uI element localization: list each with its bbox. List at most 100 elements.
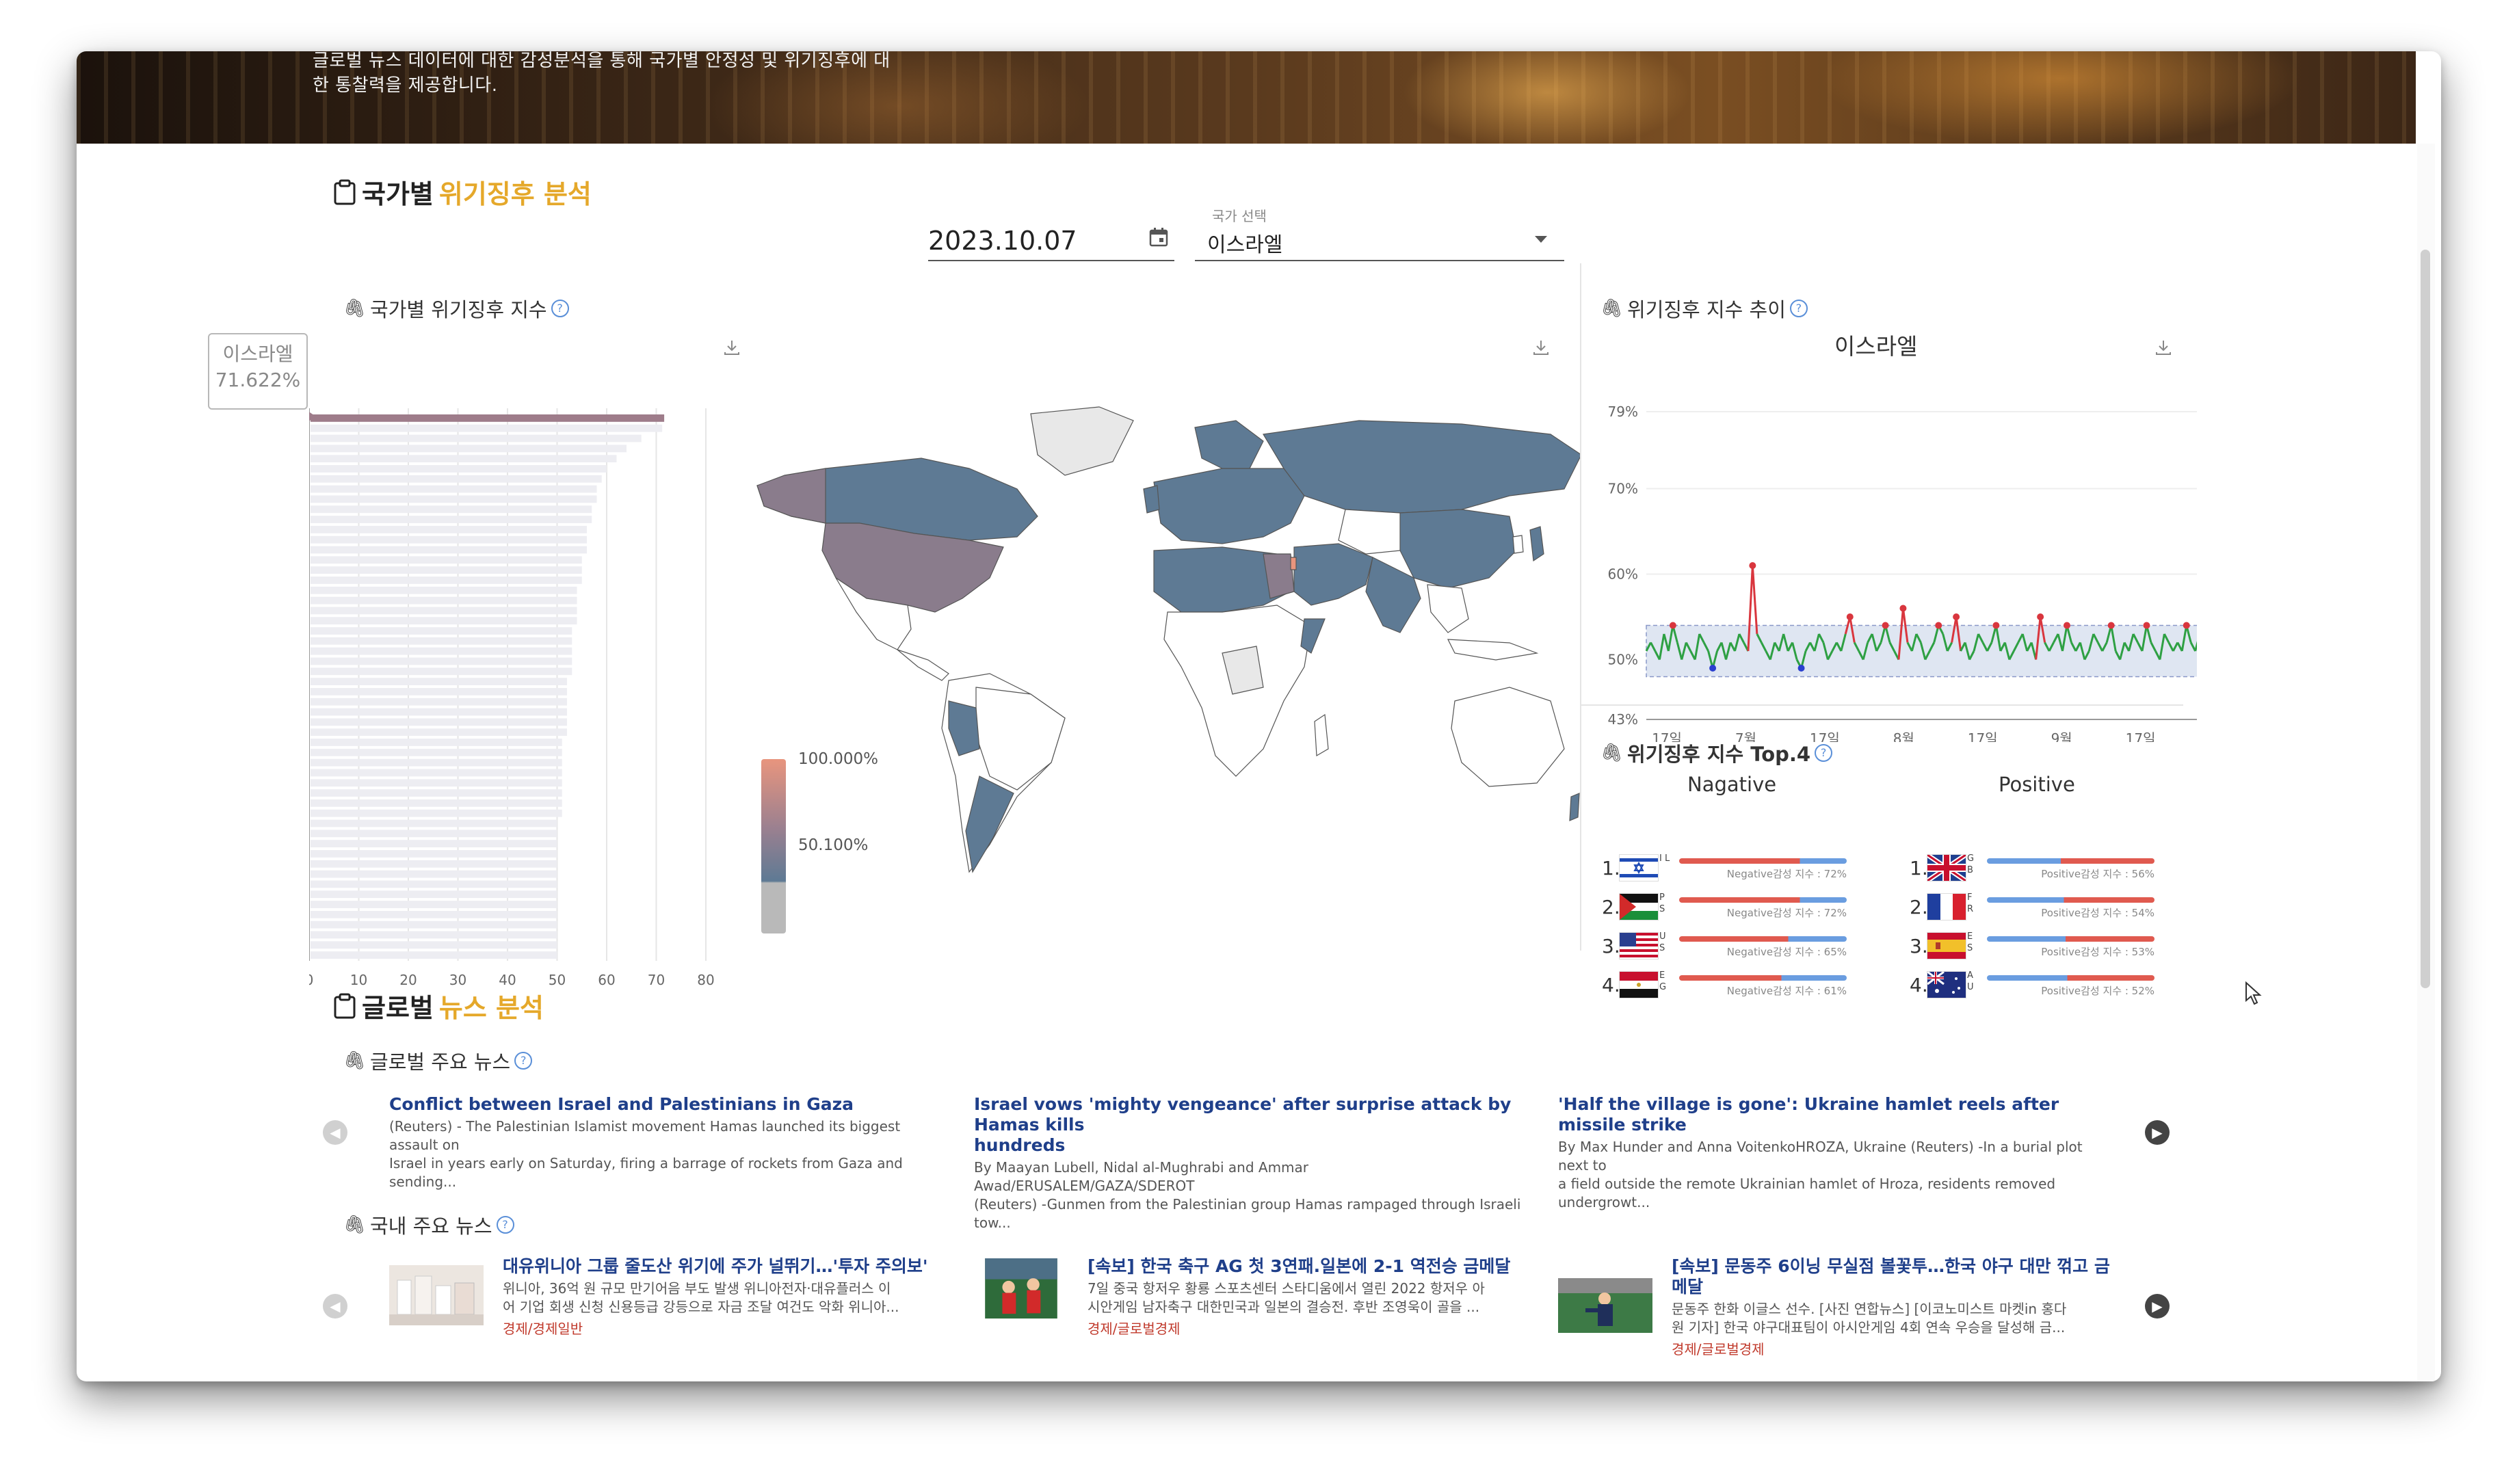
trend-point[interactable] [2143, 622, 2150, 629]
domestic-prev-button[interactable]: ◀︎ [323, 1294, 347, 1319]
top4-row[interactable]: 4. E G Negative감성 지수 : 61% [1602, 970, 1855, 1004]
top4-row[interactable]: 2. P S Negative감성 지수 : 72% [1602, 892, 1855, 926]
calendar-icon[interactable] [1148, 227, 1169, 248]
top4-row[interactable]: 2. F R Positive감성 지수 : 54% [1910, 892, 2163, 926]
top4-row[interactable]: 1. I L Negative감성 지수 : 72% [1602, 853, 1855, 887]
trend-point[interactable] [1992, 622, 2000, 629]
news-thumbnail[interactable] [389, 1265, 484, 1325]
global-news-item[interactable]: Conflict between Israel and Palestinians… [389, 1094, 936, 1191]
trend-point[interactable] [1797, 665, 1805, 672]
bar[interactable] [311, 485, 597, 493]
news-headline[interactable]: 대유위니아 그룹 줄도산 위기에 주가 널뛰기…'투자 주의보' [503, 1256, 947, 1277]
trend-point[interactable] [2107, 622, 2115, 629]
global-news-item[interactable]: 'Half the village is gone': Ukraine haml… [1558, 1094, 2112, 1212]
news-headline[interactable]: Israel vows 'mighty vengeance' after sur… [974, 1094, 1521, 1135]
bar[interactable] [311, 455, 617, 463]
bar[interactable] [311, 870, 557, 878]
trend-point[interactable] [1669, 622, 1676, 629]
help-icon[interactable]: ? [496, 1216, 514, 1234]
bar[interactable] [311, 516, 592, 523]
bar[interactable] [311, 769, 562, 777]
bar[interactable] [311, 475, 602, 483]
news-headline[interactable]: Conflict between Israel and Palestinians… [389, 1094, 936, 1115]
bar[interactable] [311, 951, 557, 959]
world-map[interactable] [743, 393, 1581, 899]
bar[interactable] [311, 860, 557, 868]
bar[interactable] [311, 678, 567, 685]
bar[interactable] [311, 607, 577, 615]
bar[interactable] [311, 779, 562, 787]
bar[interactable] [311, 465, 607, 473]
bar[interactable] [311, 566, 582, 574]
news-thumbnail[interactable] [1558, 1275, 1652, 1336]
news-headline[interactable]: 'Half the village is gone': Ukraine haml… [1558, 1094, 2112, 1135]
bar[interactable] [311, 688, 567, 695]
trend-point[interactable] [2037, 613, 2044, 620]
bar[interactable] [311, 890, 557, 899]
bar[interactable] [311, 627, 572, 635]
bar[interactable] [311, 819, 557, 827]
bar[interactable] [311, 505, 592, 514]
bar[interactable] [311, 718, 567, 726]
news-thumbnail[interactable] [974, 1258, 1068, 1319]
bar[interactable] [311, 617, 577, 625]
page-scrollbar[interactable] [2417, 144, 2435, 1381]
help-icon[interactable]: ? [1815, 744, 1833, 762]
trend-point[interactable] [1882, 622, 1889, 629]
bar[interactable] [311, 525, 587, 533]
domestic-news-item[interactable]: [속보] 한국 축구 AG 첫 3연패.일본에 2-1 역전승 금메달 7일 중… [1088, 1256, 1532, 1338]
top4-row[interactable]: 3. E S Positive감성 지수 : 53% [1910, 931, 2163, 965]
bar[interactable] [311, 901, 557, 908]
bar[interactable] [311, 728, 567, 737]
bar[interactable] [311, 830, 557, 838]
trend-point[interactable] [1899, 605, 1907, 612]
bar[interactable] [311, 445, 627, 453]
top4-row[interactable]: 4. A U Positive감성 지수 : 52% [1910, 970, 2163, 1004]
top4-row[interactable]: 3. U S Negative감성 지수 : 65% [1602, 931, 1855, 965]
bar[interactable] [311, 880, 557, 888]
bar[interactable] [311, 758, 562, 767]
bar[interactable] [311, 434, 642, 442]
bar[interactable] [311, 596, 577, 605]
domestic-next-button[interactable]: ▶︎ [2145, 1294, 2170, 1319]
bar[interactable] [311, 546, 587, 554]
chevron-down-icon[interactable] [1535, 236, 1547, 243]
news-category[interactable]: 경제/글로벌경제 [1672, 1338, 2123, 1358]
trend-point[interactable] [1846, 613, 1854, 620]
bar[interactable] [311, 910, 557, 918]
bar[interactable] [311, 809, 562, 817]
date-value[interactable]: 2023.10.07 [928, 226, 1077, 256]
news-headline[interactable]: [속보] 문동주 6이닝 무실점 볼꽃투…한국 야구 대만 꺾고 금 [1672, 1256, 2123, 1277]
domestic-news-item[interactable]: 대유위니아 그룹 줄도산 위기에 주가 널뛰기…'투자 주의보' 위니아, 36… [503, 1256, 947, 1338]
bar[interactable] [311, 931, 557, 939]
bar[interactable] [311, 708, 567, 716]
scrollbar-thumb[interactable] [2421, 250, 2430, 988]
domestic-news-item[interactable]: [속보] 문동주 6이닝 무실점 볼꽃투…한국 야구 대만 꺾고 금 메달 문동… [1672, 1256, 2123, 1358]
top4-row[interactable]: 1. G B Positive감성 지수 : 56% [1910, 853, 2163, 887]
bar[interactable] [311, 920, 557, 929]
date-picker[interactable]: 2023.10.07 [928, 219, 1174, 261]
bar[interactable] [311, 789, 562, 797]
trend-point[interactable] [2183, 622, 2190, 629]
bar[interactable] [311, 577, 582, 584]
bar[interactable] [311, 840, 557, 848]
bar[interactable] [311, 739, 562, 746]
news-headline-cont[interactable]: 메달 [1672, 1277, 2123, 1297]
news-category[interactable]: 경제/글로벌경제 [1088, 1318, 1532, 1338]
trend-point[interactable] [2063, 622, 2070, 629]
global-news-item[interactable]: Israel vows 'mighty vengeance' after sur… [974, 1094, 1521, 1232]
bar[interactable] [311, 667, 572, 676]
bar[interactable] [311, 850, 557, 858]
bar-highlighted[interactable] [311, 414, 665, 422]
news-headline-cont[interactable]: hundreds [974, 1135, 1521, 1156]
bar[interactable] [311, 657, 572, 665]
trend-point[interactable] [1749, 562, 1756, 569]
bar[interactable] [311, 941, 557, 949]
bar[interactable] [311, 495, 597, 503]
news-next-button[interactable]: ▶︎ [2145, 1120, 2170, 1145]
bar[interactable] [311, 586, 577, 594]
download-icon[interactable] [723, 339, 741, 356]
help-icon[interactable]: ? [551, 300, 569, 317]
country-select-value[interactable]: 이스라엘 [1207, 228, 1282, 258]
trend-point[interactable] [1953, 613, 1960, 620]
